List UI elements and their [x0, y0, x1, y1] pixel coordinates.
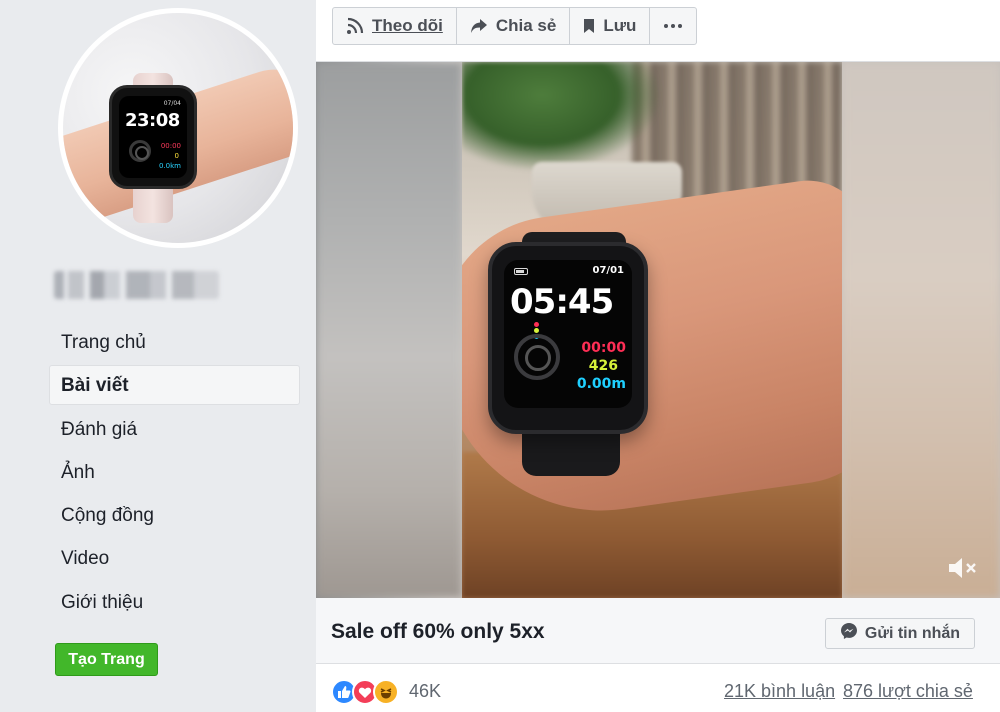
- share-label: Chia sẻ: [495, 16, 557, 35]
- video-blur-right: [842, 62, 1000, 598]
- send-message-label: Gửi tin nhắn: [864, 624, 961, 642]
- smartwatch-image: 07/04 23:08 00:00 0 0.0km: [109, 85, 197, 189]
- sidebar-item-posts[interactable]: Bài viết: [49, 365, 300, 406]
- send-message-button[interactable]: Gửi tin nhắn: [825, 618, 975, 649]
- rss-icon: [346, 17, 364, 35]
- page-sidebar-nav: Trang chủ Bài viết Đánh giá Ảnh Cộng đồn…: [49, 322, 300, 625]
- more-options-button[interactable]: [650, 8, 696, 44]
- page-profile-picture[interactable]: 07/04 23:08 00:00 0 0.0km: [58, 8, 298, 248]
- video-blur-left: [316, 62, 462, 598]
- video-watch-time: 05:45: [510, 282, 614, 322]
- sidebar-item-videos[interactable]: Video: [49, 538, 300, 578]
- post-reactions-bar: 46K 21K bình luận 876 lượt chia sẻ: [316, 664, 1000, 712]
- follow-button[interactable]: Theo dõi: [333, 8, 457, 44]
- page-header-actions: Theo dõi Chia sẻ Lưu: [316, 0, 1000, 62]
- watch-stat-cyan: 0.0km: [158, 162, 181, 170]
- save-label: Lưu: [603, 16, 637, 35]
- reaction-count[interactable]: 46K: [409, 681, 441, 702]
- messenger-icon: [840, 622, 858, 645]
- sidebar-item-community[interactable]: Cộng đồng: [49, 495, 300, 535]
- share-button[interactable]: Chia sẻ: [457, 8, 571, 44]
- video-player[interactable]: 07/01 05:45 00:00 426 0.00m: [316, 62, 1000, 598]
- activity-ring-icon: [129, 140, 151, 162]
- comments-count-link[interactable]: 21K bình luận: [724, 681, 835, 702]
- video-frame-watch-on-wrist: 07/01 05:45 00:00 426 0.00m: [462, 62, 842, 598]
- save-button[interactable]: Lưu: [570, 8, 651, 44]
- video-watch-date: 07/01: [592, 265, 624, 276]
- battery-icon: [514, 268, 528, 275]
- sidebar-item-photos[interactable]: Ảnh: [49, 452, 300, 492]
- activity-ring-icon: [514, 334, 560, 380]
- post-caption: Sale off 60% only 5xx: [331, 620, 545, 643]
- profile-photo-watch-on-wrist: 07/04 23:08 00:00 0 0.0km: [63, 13, 293, 243]
- page-name-blurred: [54, 271, 219, 299]
- video-watch-stat-cyan: 0.00m: [576, 376, 626, 392]
- smartwatch-video-image: 07/01 05:45 00:00 426 0.00m: [488, 242, 648, 434]
- sidebar-item-about[interactable]: Giới thiệu: [49, 582, 300, 622]
- share-arrow-icon: [470, 18, 488, 34]
- watch-date: 07/04: [163, 100, 181, 107]
- speaker-muted-icon[interactable]: [946, 554, 980, 582]
- shares-count-link[interactable]: 876 lượt chia sẻ: [843, 681, 973, 702]
- watch-stat-red: 00:00: [160, 142, 181, 150]
- reaction-icons[interactable]: [331, 679, 399, 705]
- watch-stat-yellow: 0: [174, 152, 179, 160]
- video-watch-stat-red: 00:00: [581, 340, 626, 356]
- post-caption-bar: Sale off 60% only 5xx Gửi tin nhắn: [316, 598, 1000, 664]
- more-dots-icon: [663, 23, 683, 29]
- sidebar-item-reviews[interactable]: Đánh giá: [49, 409, 300, 449]
- video-watch-stat-green: 426: [588, 358, 618, 374]
- watch-time: 23:08: [125, 110, 180, 131]
- sidebar-item-home[interactable]: Trang chủ: [49, 322, 300, 362]
- create-page-button[interactable]: Tạo Trang: [55, 643, 158, 676]
- haha-reaction-icon: [373, 679, 399, 705]
- bookmark-icon: [583, 18, 595, 34]
- follow-label: Theo dõi: [372, 16, 443, 35]
- action-button-group: Theo dõi Chia sẻ Lưu: [332, 7, 698, 45]
